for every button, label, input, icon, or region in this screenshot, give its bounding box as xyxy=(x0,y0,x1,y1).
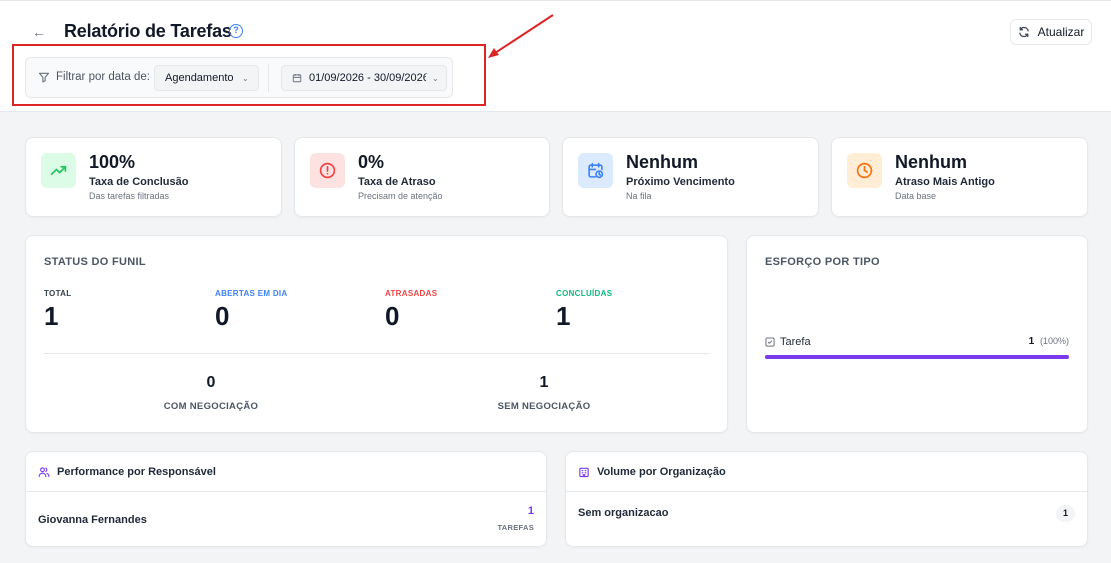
kpi-icon-wrap xyxy=(41,153,76,188)
kpi-subtitle: Precisam de atenção xyxy=(358,191,443,201)
stat-value-open: 0 xyxy=(215,301,230,331)
kpi-value: 100% xyxy=(89,152,136,172)
effort-count: 1 xyxy=(1028,336,1035,347)
responsible-name: Giovanna Fernandes xyxy=(38,514,147,526)
kpi-icon-wrap xyxy=(847,153,882,188)
effort-row-label: Tarefa xyxy=(765,336,811,348)
without-negotiation-label: SEM NEGOCIAÇÃO xyxy=(497,401,591,412)
refresh-icon xyxy=(1018,26,1029,38)
kpi-label: Taxa de Conclusão xyxy=(89,176,189,188)
effort-progress-track xyxy=(765,355,1069,359)
stat-label-completed: CONCLUÍDAS xyxy=(556,289,613,298)
kpi-card-next-due: Nenhum Próximo Vencimento Na fila xyxy=(562,137,819,217)
stat-label-total: TOTAL xyxy=(44,289,72,298)
without-negotiation-value: 1 xyxy=(539,374,549,391)
funnel-divider xyxy=(44,353,710,354)
effort-by-type-card: ESFORÇO POR TIPO Tarefa 1 (100%) xyxy=(746,235,1088,433)
responsible-task-unit: TAREFAS xyxy=(497,523,534,532)
stat-value-overdue: 0 xyxy=(385,301,400,331)
kpi-label: Taxa de Atraso xyxy=(358,176,436,188)
kpi-value: Nenhum xyxy=(895,152,967,172)
users-icon xyxy=(38,466,50,477)
page-title: Relatório de Tarefas xyxy=(64,21,232,41)
refresh-button[interactable]: Atualizar xyxy=(1010,19,1092,45)
page-header: ← Relatório de Tarefas ? Atualizar Filtr… xyxy=(0,0,1111,112)
effort-progress-fill xyxy=(765,355,1069,359)
kpi-label: Atraso Mais Antigo xyxy=(895,176,995,188)
effort-percent: (100%) xyxy=(1039,336,1069,346)
kpi-card-overdue-rate: 0% Taxa de Atraso Precisam de atenção xyxy=(294,137,550,217)
kpi-card-oldest-overdue: Nenhum Atraso Mais Antigo Data base xyxy=(831,137,1088,217)
kpi-card-completion-rate: 100% Taxa de Conclusão Das tarefas filtr… xyxy=(25,137,282,217)
organization-count-badge: 1 xyxy=(1056,505,1075,522)
trending-up-icon xyxy=(50,165,67,176)
stat-value-total: 1 xyxy=(44,301,59,331)
kpi-subtitle: Das tarefas filtradas xyxy=(89,191,170,201)
question-circle-icon[interactable]: ? xyxy=(229,24,243,38)
funnel-status-card: STATUS DO FUNIL TOTAL 1 ABERTAS EM DIA 0… xyxy=(25,235,728,433)
effort-row-value: 1 (100%) xyxy=(1029,336,1069,347)
performance-title: Performance por Responsável xyxy=(57,465,216,478)
effort-title: ESFORÇO POR TIPO xyxy=(765,256,880,268)
kpi-value: 0% xyxy=(358,152,385,172)
with-negotiation-label: COM NEGOCIAÇÃO xyxy=(163,401,259,412)
funnel-title: STATUS DO FUNIL xyxy=(44,256,146,268)
annotation-highlight-box xyxy=(12,44,486,106)
clock-icon xyxy=(856,162,873,179)
kpi-value: Nenhum xyxy=(626,152,698,172)
organization-name: Sem organizacao xyxy=(578,507,669,519)
annotation-arrow-icon xyxy=(488,14,554,58)
volume-by-organization-card: Volume por Organização Sem organizacao 1 xyxy=(565,451,1088,547)
stat-label-open: ABERTAS EM DIA xyxy=(215,289,288,298)
responsible-task-count: 1 xyxy=(527,505,534,517)
with-negotiation-value: 0 xyxy=(206,374,216,391)
stat-value-completed: 1 xyxy=(556,301,571,331)
kpi-icon-wrap xyxy=(310,153,345,188)
performance-header: Performance por Responsável xyxy=(26,452,546,492)
organization-title: Volume por Organização xyxy=(597,465,726,478)
back-button[interactable]: ← xyxy=(30,23,48,41)
refresh-label: Atualizar xyxy=(1037,25,1085,39)
stat-label-overdue: ATRASADAS xyxy=(385,289,438,298)
alert-circle-icon xyxy=(319,162,336,179)
organization-header: Volume por Organização xyxy=(566,452,1087,492)
building-icon xyxy=(579,467,589,477)
kpi-icon-wrap xyxy=(578,153,613,188)
kpi-subtitle: Na fila xyxy=(626,191,652,201)
kpi-subtitle: Data base xyxy=(895,191,937,201)
checkbox-icon xyxy=(765,337,775,347)
arrow-left-icon: ← xyxy=(32,24,46,40)
kpi-label: Próximo Vencimento xyxy=(626,176,735,188)
performance-by-responsible-card: Performance por Responsável Giovanna Fer… xyxy=(25,451,547,547)
effort-type-name: Tarefa xyxy=(780,336,811,348)
calendar-clock-icon xyxy=(588,162,604,179)
